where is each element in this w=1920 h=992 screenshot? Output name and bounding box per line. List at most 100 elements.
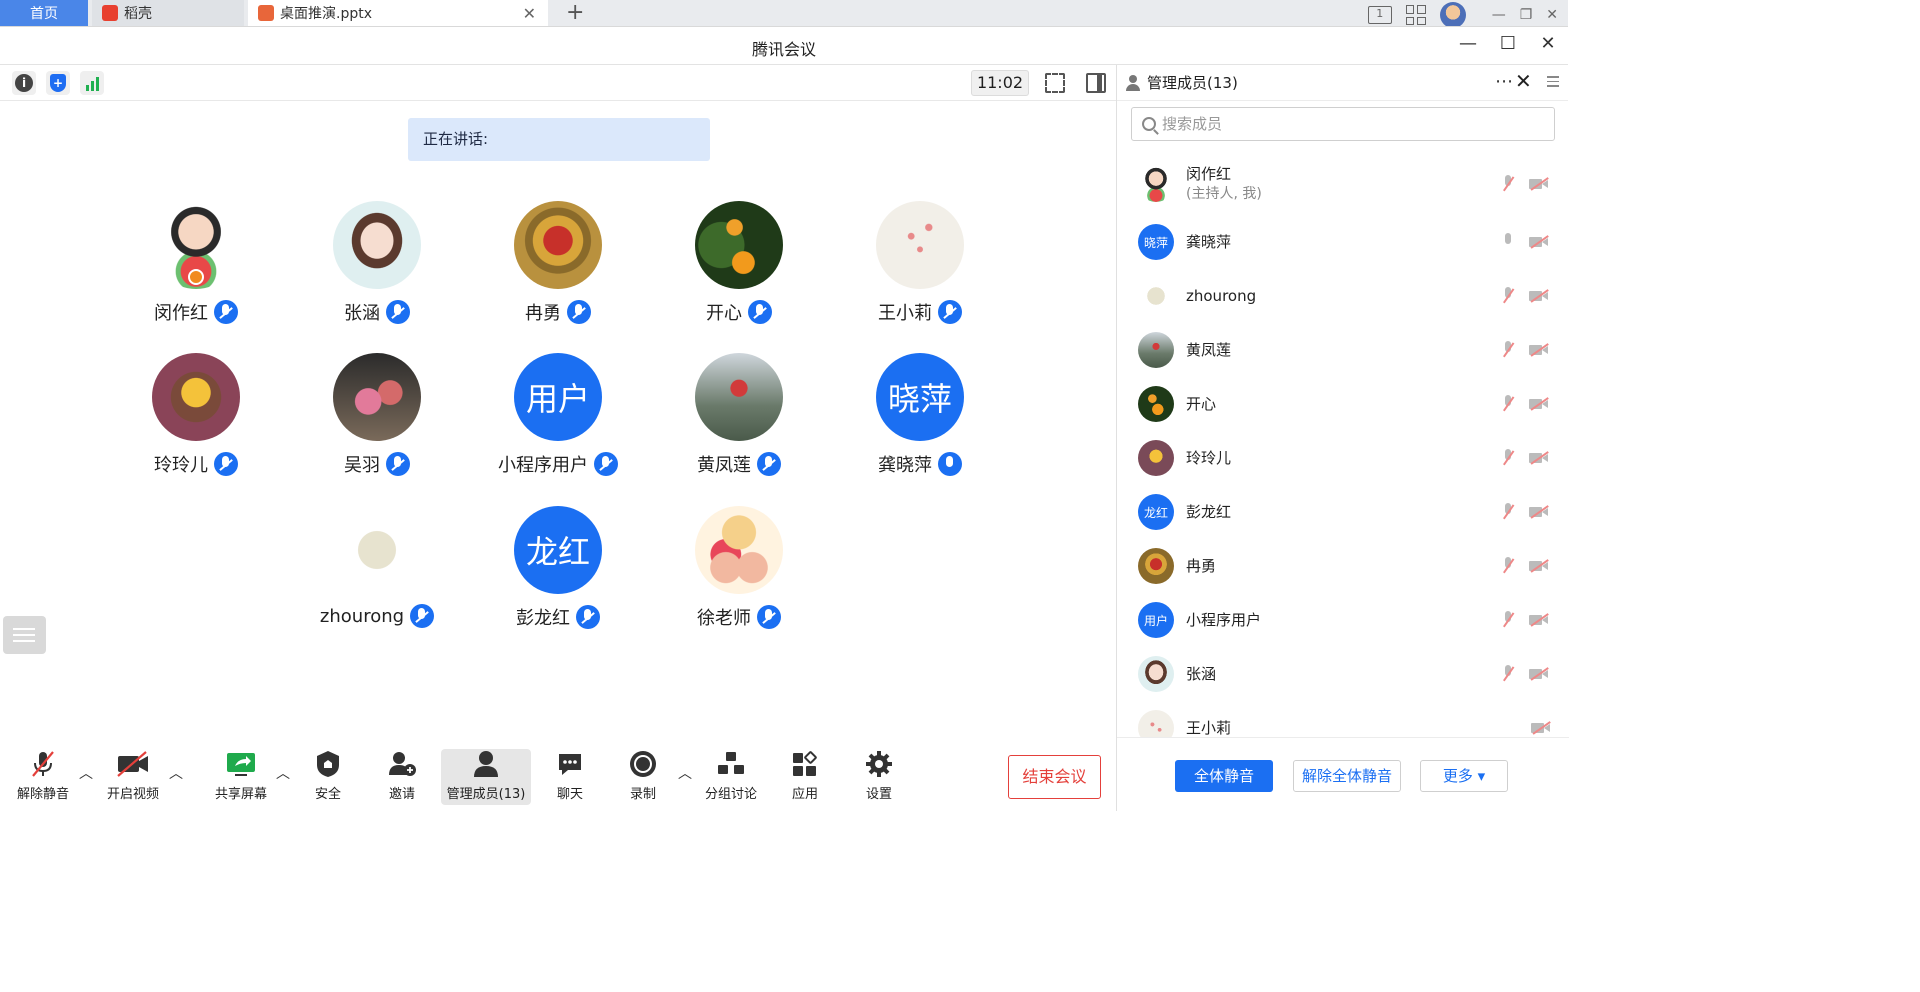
participant-tile[interactable]: 龙红 彭龙红 (478, 506, 638, 630)
tab-daoke[interactable]: 稻壳 (92, 0, 244, 26)
member-row[interactable]: zhourong (1117, 269, 1569, 323)
participant-avatar (876, 201, 964, 289)
camera-off-icon[interactable] (1531, 722, 1551, 734)
minimize-icon[interactable]: — (1458, 33, 1478, 54)
layout-sidebar-icon[interactable] (1086, 73, 1106, 93)
participant-tile[interactable]: 用户 小程序用户 (478, 353, 638, 477)
close-icon[interactable]: ✕ (1546, 7, 1558, 23)
member-row[interactable]: 张涵 (1117, 647, 1569, 701)
camera-off-icon[interactable] (1529, 452, 1549, 464)
settings-button[interactable]: 设置 (857, 749, 901, 805)
tab-close-icon[interactable]: ✕ (523, 4, 536, 23)
minimize-icon[interactable]: — (1492, 7, 1506, 23)
close-icon[interactable]: ✕ (1538, 33, 1558, 54)
member-row[interactable]: 闵作红 (主持人, 我) (1117, 153, 1569, 215)
participant-tile[interactable]: 玲玲儿 (116, 353, 276, 477)
security-button[interactable]: 安全 (306, 749, 350, 805)
signal-icon[interactable] (80, 71, 104, 95)
mic-muted-icon (757, 452, 781, 476)
mic-muted-icon (576, 605, 600, 629)
member-row[interactable]: 玲玲儿 (1117, 431, 1569, 485)
more-button[interactable]: 更多 ▾ (1420, 760, 1508, 792)
mic-muted-icon[interactable] (1501, 449, 1515, 467)
camera-off-icon[interactable] (1529, 668, 1549, 680)
camera-off-icon[interactable] (1529, 506, 1549, 518)
camera-off-icon[interactable] (1529, 236, 1549, 248)
member-row[interactable]: 冉勇 (1117, 539, 1569, 593)
participant-tile[interactable]: zhourong (297, 506, 457, 628)
mic-muted-icon[interactable] (1501, 503, 1515, 521)
apps-icon (793, 751, 817, 776)
info-icon[interactable]: i (12, 71, 36, 95)
breakout-button[interactable]: 分组讨论 (701, 749, 761, 805)
mute-all-button[interactable]: 全体静音 (1175, 760, 1273, 792)
shield-icon[interactable]: + (46, 71, 70, 95)
participant-tile[interactable]: 冉勇 (478, 201, 638, 325)
tab-pptx[interactable]: 桌面推演.pptx ✕ (248, 0, 548, 26)
participant-tile[interactable]: 王小莉 (840, 201, 1000, 325)
chevron-up-icon[interactable]: ︿ (169, 763, 183, 783)
user-avatar[interactable] (1439, 2, 1466, 28)
close-icon[interactable]: ✕ (1515, 69, 1532, 93)
camera-off-icon[interactable] (1529, 614, 1549, 626)
mic-muted-icon[interactable] (1501, 287, 1515, 305)
search-input[interactable] (1162, 115, 1542, 133)
participant-tile[interactable]: 晓萍 龚晓萍 (840, 353, 1000, 477)
menu-icon[interactable] (1547, 76, 1559, 87)
unmute-button[interactable]: 解除静音 (10, 749, 76, 805)
participant-tile[interactable]: 闵作红 (116, 201, 276, 325)
chevron-up-icon[interactable]: ︿ (276, 763, 290, 783)
member-row[interactable]: 晓萍 龚晓萍 (1117, 215, 1569, 269)
share-screen-button[interactable]: 共享屏幕 (208, 749, 274, 805)
chevron-up-icon[interactable]: ︿ (678, 763, 692, 783)
window-count-icon[interactable]: 1 (1367, 6, 1392, 24)
apps-button[interactable]: 应用 (783, 749, 827, 805)
participant-tile[interactable]: 黄凤莲 (659, 353, 819, 477)
camera-off-icon[interactable] (1529, 178, 1549, 190)
restore-icon[interactable]: ❐ (1520, 7, 1533, 23)
participant-tile[interactable]: 张涵 (297, 201, 457, 325)
mic-muted-icon[interactable] (1501, 665, 1515, 683)
tab-home[interactable]: 首页 (0, 0, 88, 26)
new-tab-icon[interactable]: + (566, 0, 584, 26)
record-button[interactable]: 录制 (621, 749, 665, 805)
mic-on-icon[interactable] (1501, 233, 1515, 251)
member-row[interactable]: 黄凤莲 (1117, 323, 1569, 377)
start-video-button[interactable]: 开启视频 (100, 749, 166, 805)
member-search[interactable] (1131, 107, 1555, 141)
camera-off-icon[interactable] (1529, 398, 1549, 410)
member-row[interactable]: 开心 (1117, 377, 1569, 431)
participant-tile[interactable]: 开心 (659, 201, 819, 325)
mic-muted-icon[interactable] (1501, 557, 1515, 575)
list-view-toggle[interactable] (3, 616, 46, 654)
participant-tile[interactable]: 徐老师 (659, 506, 819, 630)
grid-icon[interactable] (1405, 5, 1426, 25)
camera-off-icon[interactable] (1529, 560, 1549, 572)
participant-tile[interactable]: 吴羽 (297, 353, 457, 477)
mic-muted-icon[interactable] (1501, 395, 1515, 413)
camera-off-icon[interactable] (1529, 290, 1549, 302)
member-avatar (1138, 166, 1174, 202)
end-meeting-button[interactable]: 结束会议 (1008, 755, 1101, 799)
mic-muted-icon[interactable] (1501, 341, 1515, 359)
unmute-all-button[interactable]: 解除全体静音 (1293, 760, 1401, 792)
participant-avatar (695, 201, 783, 289)
mic-muted-icon (32, 751, 54, 777)
member-row[interactable]: 龙红 彭龙红 (1117, 485, 1569, 539)
fullscreen-icon[interactable] (1045, 73, 1065, 93)
chevron-up-icon[interactable]: ︿ (79, 763, 93, 783)
manage-members-button[interactable]: 管理成员(13) (441, 749, 531, 805)
mic-muted-icon[interactable] (1501, 611, 1515, 629)
participant-name: 冉勇 (525, 303, 561, 324)
camera-off-icon[interactable] (1529, 344, 1549, 356)
member-avatar: 晓萍 (1138, 224, 1174, 260)
member-avatar (1138, 656, 1174, 692)
member-row[interactable]: 用户 小程序用户 (1117, 593, 1569, 647)
more-options-icon[interactable]: ⋯ (1495, 71, 1514, 92)
participant-avatar: 晓萍 (876, 353, 964, 441)
chat-button[interactable]: 聊天 (548, 749, 592, 805)
invite-button[interactable]: 邀请 (380, 749, 424, 805)
mic-muted-icon[interactable] (1501, 175, 1515, 193)
members-panel: 管理成员(13) ⋯ ✕ 闵作红 (主持人, 我) 晓萍 龚晓萍 (1116, 65, 1569, 811)
maximize-icon[interactable]: ☐ (1498, 33, 1518, 54)
